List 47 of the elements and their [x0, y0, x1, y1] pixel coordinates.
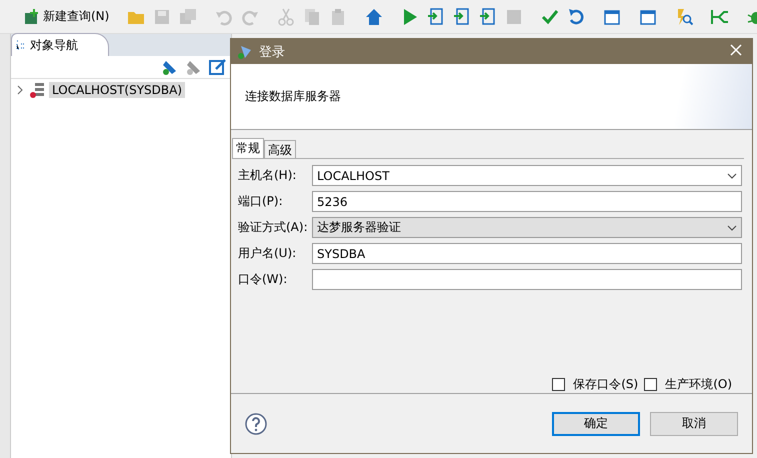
tab[interactable]: 常规	[232, 138, 264, 158]
server-icon	[29, 82, 45, 98]
edit-icon[interactable]	[209, 58, 227, 76]
checkbox-label: 保存口令(S)	[573, 376, 638, 394]
stop-icon	[505, 8, 524, 26]
field-label: 验证方式(A):	[238, 219, 309, 236]
branch-arrow-icon	[711, 8, 730, 26]
input-field[interactable]: 5236	[312, 191, 742, 212]
field-label: 主机名(H):	[238, 167, 298, 184]
field-label: 口令(W):	[238, 271, 288, 288]
help-icon[interactable]	[245, 412, 267, 435]
input-field[interactable]: SYSDBA	[312, 243, 742, 264]
navigator-tab[interactable]: 对象导航	[11, 33, 109, 56]
field-label: 端口(P):	[238, 193, 284, 210]
caret-icon	[727, 172, 737, 179]
tab[interactable]: 高级	[264, 140, 296, 158]
plug-icon[interactable]	[185, 58, 203, 76]
expand-icon[interactable]	[15, 85, 25, 95]
ok-button[interactable]: 确定	[552, 412, 640, 436]
checkbox-label: 生产环境(O)	[665, 376, 732, 394]
field-label: 用户名(U):	[238, 245, 298, 262]
close-icon	[730, 44, 742, 56]
document-arrow-icon	[427, 8, 446, 26]
floppy-disks-icon	[179, 8, 198, 26]
plug-icon[interactable]	[161, 58, 179, 76]
document-arrow-icon	[479, 8, 498, 26]
dialog-title: 登录	[259, 44, 286, 61]
scissors-icon	[277, 8, 296, 26]
caret-icon	[727, 224, 737, 231]
checkmark-icon	[541, 8, 560, 26]
document-arrow-icon	[453, 8, 472, 26]
tree-icon	[16, 40, 26, 50]
search-icon	[675, 8, 694, 26]
home-icon	[365, 8, 384, 26]
refresh-icon	[567, 8, 586, 26]
new-query-button[interactable]: 新建查询(N)	[20, 6, 112, 28]
tree-item[interactable]: LOCALHOST(SYSDBA)	[49, 82, 186, 98]
sql-file-icon	[22, 8, 40, 26]
cancel-button[interactable]: 取消	[650, 412, 738, 436]
app-logo-icon	[237, 44, 253, 60]
checkbox[interactable]	[552, 378, 566, 392]
dialog-heading: 连接数据库服务器	[245, 88, 341, 106]
input-field[interactable]	[312, 269, 742, 290]
play-icon	[401, 8, 420, 26]
copy-icon	[303, 8, 322, 26]
dropdown[interactable]: LOCALHOST	[312, 165, 742, 186]
checkbox[interactable]	[644, 378, 658, 392]
